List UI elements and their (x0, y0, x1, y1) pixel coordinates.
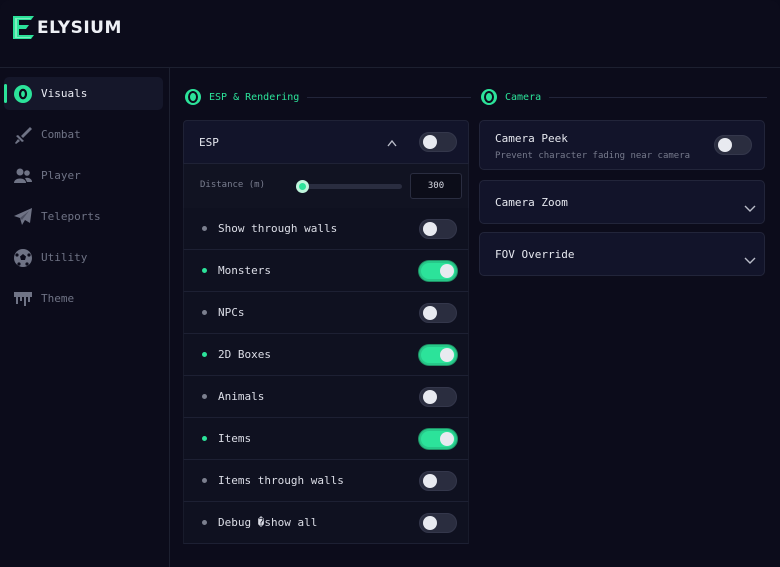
status-dot (202, 226, 207, 231)
sidebar-item-label: Visuals (41, 87, 88, 100)
esp-option-row: Monsters (183, 250, 469, 292)
option-toggle[interactable] (419, 261, 457, 281)
status-dot (202, 478, 207, 483)
section-divider (549, 96, 768, 98)
distance-slider[interactable] (296, 180, 402, 193)
logo-text: ELYSIUM (37, 17, 122, 38)
section-header-esp: ESP & Rendering (185, 88, 472, 106)
camera-zoom-title: Camera Zoom (495, 196, 568, 209)
toggle-knob (423, 516, 437, 530)
distance-slider-row: Distance (m) (183, 164, 469, 208)
esp-option-row: NPCs (183, 292, 469, 334)
eye-icon (185, 89, 201, 105)
status-dot (202, 520, 207, 525)
users-icon (13, 166, 33, 186)
status-dot (202, 310, 207, 315)
soccer-ball-icon (13, 248, 33, 268)
camera-peek-description: Prevent character fading near camera (495, 151, 691, 161)
option-toggle[interactable] (419, 429, 457, 449)
toggle-knob (423, 390, 437, 404)
esp-option-row: Items (183, 418, 469, 460)
toggle-knob (423, 222, 437, 236)
sidebar-item-theme[interactable]: Theme (4, 282, 163, 315)
sidebar-item-visuals[interactable]: Visuals (4, 77, 163, 110)
toggle-knob (423, 474, 437, 488)
eye-icon (13, 84, 33, 104)
toggle-knob (423, 135, 437, 149)
logo-mark-icon (12, 15, 36, 40)
active-indicator (4, 84, 7, 103)
sidebar-item-label: Teleports (41, 210, 101, 223)
option-label: Debug �show all (218, 516, 318, 529)
paint-drip-icon (13, 289, 33, 309)
camera-peek-toggle[interactable] (714, 135, 752, 155)
sidebar-item-teleports[interactable]: Teleports (4, 200, 163, 233)
fov-override-card[interactable]: FOV Override (479, 232, 765, 276)
option-label: Items through walls (218, 474, 344, 487)
toggle-knob (440, 348, 454, 362)
option-label: NPCs (218, 306, 245, 319)
esp-panel: ESP Distance (m) Show through walls Monst… (183, 120, 469, 552)
esp-toggle[interactable] (419, 132, 457, 152)
status-dot (202, 436, 207, 441)
eye-icon (481, 89, 497, 105)
slider-thumb[interactable] (296, 180, 309, 193)
option-label: 2D Boxes (218, 348, 271, 361)
option-label: Monsters (218, 264, 271, 277)
sidebar: Visuals Combat Player Teleports Utility (0, 68, 170, 567)
option-label: Animals (218, 390, 265, 403)
toggle-knob (440, 432, 454, 446)
camera-zoom-card[interactable]: Camera Zoom (479, 180, 765, 224)
distance-input[interactable] (410, 173, 462, 199)
status-dot (202, 268, 207, 273)
toggle-knob (440, 264, 454, 278)
esp-option-row: 2D Boxes (183, 334, 469, 376)
option-label: Items (218, 432, 252, 445)
camera-peek-card: Camera Peek Prevent character fading nea… (479, 120, 765, 170)
option-toggle[interactable] (419, 471, 457, 491)
esp-option-row: Show through walls (183, 208, 469, 250)
section-header-camera: Camera (481, 88, 768, 106)
paper-plane-icon (13, 207, 33, 227)
sidebar-item-label: Combat (41, 128, 81, 141)
status-dot (202, 352, 207, 357)
sidebar-item-combat[interactable]: Combat (4, 118, 163, 151)
esp-option-row: Debug �show all (183, 502, 469, 544)
option-toggle[interactable] (419, 303, 457, 323)
option-toggle[interactable] (419, 219, 457, 239)
sidebar-item-label: Theme (41, 292, 75, 305)
distance-label: Distance (m) (200, 180, 266, 190)
esp-header[interactable]: ESP (183, 120, 469, 164)
fov-override-title: FOV Override (495, 248, 575, 261)
sidebar-item-utility[interactable]: Utility (4, 241, 163, 274)
section-title: ESP & Rendering (209, 91, 300, 103)
section-divider (307, 96, 472, 98)
option-toggle[interactable] (419, 345, 457, 365)
sidebar-item-player[interactable]: Player (4, 159, 163, 192)
chevron-up-icon[interactable] (387, 134, 397, 147)
sidebar-item-label: Utility (41, 251, 88, 264)
esp-option-row: Animals (183, 376, 469, 418)
chevron-down-icon[interactable] (744, 198, 756, 212)
toggle-knob (423, 306, 437, 320)
sidebar-item-label: Player (41, 169, 81, 182)
header: ELYSIUM (0, 0, 780, 68)
logo: ELYSIUM (12, 15, 122, 40)
option-label: Show through walls (218, 222, 338, 235)
toggle-knob (718, 138, 732, 152)
esp-label: ESP (199, 136, 219, 149)
camera-peek-title: Camera Peek (495, 132, 568, 145)
app-window: ELYSIUM Visuals Combat Player Teleports … (0, 0, 780, 567)
sword-icon (13, 125, 33, 145)
status-dot (202, 394, 207, 399)
chevron-down-icon[interactable] (744, 250, 756, 264)
option-toggle[interactable] (419, 387, 457, 407)
section-title: Camera (505, 91, 542, 103)
option-toggle[interactable] (419, 513, 457, 533)
esp-option-row: Items through walls (183, 460, 469, 502)
